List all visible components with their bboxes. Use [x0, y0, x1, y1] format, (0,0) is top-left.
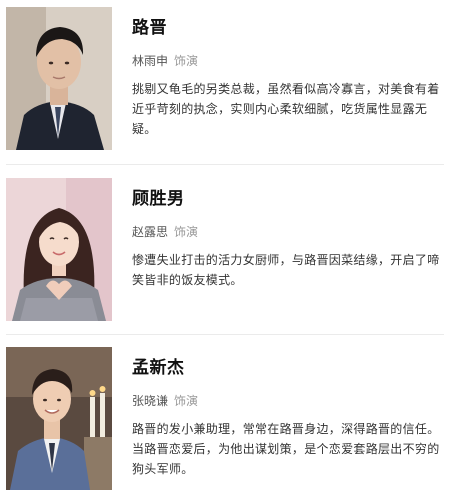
- role-name: 顾胜男: [132, 189, 185, 209]
- cast-card[interactable]: 孟新杰 张晓谦 饰演 路晋的发小兼助理，常常在路晋身边，深得路晋的信任。当路晋恋爱…: [6, 347, 444, 497]
- actor-name[interactable]: 张晓谦: [132, 394, 168, 408]
- divider: [6, 164, 444, 165]
- role-description: 惨遭失业打击的活力女厨师，与路晋因菜结缘，开启了啼笑皆非的饭友模式。: [132, 253, 440, 287]
- role-description: 路晋的发小兼助理，常常在路晋身边，深得路晋的信任。当路晋恋爱后，为他出谋划策，是…: [132, 422, 440, 476]
- role-name: 孟新杰: [132, 358, 185, 378]
- role-description: 挑剔又龟毛的另类总裁，虽然看似高冷寡言，对美食有着近乎苛刻的执念，实则内心柔软细…: [132, 82, 440, 136]
- actor-line: 张晓谦 饰演: [132, 393, 440, 409]
- actor-photo[interactable]: [6, 178, 112, 321]
- cast-info: 顾胜男 赵露思 饰演 惨遭失业打击的活力女厨师，与路晋因菜结缘，开启了啼笑皆非的饭…: [132, 178, 440, 290]
- actor-photo[interactable]: [6, 7, 112, 150]
- actor-suffix: 饰演: [174, 394, 199, 408]
- actor-name[interactable]: 林雨申: [132, 54, 168, 68]
- actor-line: 赵露思 饰演: [132, 224, 440, 240]
- divider: [6, 334, 444, 335]
- actor-name[interactable]: 赵露思: [132, 225, 168, 239]
- cast-info: 路晋 林雨申 饰演 挑剔又龟毛的另类总裁，虽然看似高冷寡言，对美食有着近乎苛刻的执…: [132, 7, 440, 139]
- cast-card[interactable]: 顾胜男 赵露思 饰演 惨遭失业打击的活力女厨师，与路晋因菜结缘，开启了啼笑皆非的饭…: [6, 178, 444, 328]
- cast-info: 孟新杰 张晓谦 饰演 路晋的发小兼助理，常常在路晋身边，深得路晋的信任。当路晋恋爱…: [132, 347, 440, 479]
- actor-line: 林雨申 饰演: [132, 53, 440, 69]
- cast-card[interactable]: 路晋 林雨申 饰演 挑剔又龟毛的另类总裁，虽然看似高冷寡言，对美食有着近乎苛刻的执…: [6, 7, 444, 157]
- role-name: 路晋: [132, 18, 167, 38]
- cast-list: 路晋 林雨申 饰演 挑剔又龟毛的另类总裁，虽然看似高冷寡言，对美食有着近乎苛刻的执…: [0, 0, 450, 500]
- actor-suffix: 饰演: [174, 54, 199, 68]
- actor-photo[interactable]: [6, 347, 112, 490]
- actor-suffix: 饰演: [174, 225, 199, 239]
